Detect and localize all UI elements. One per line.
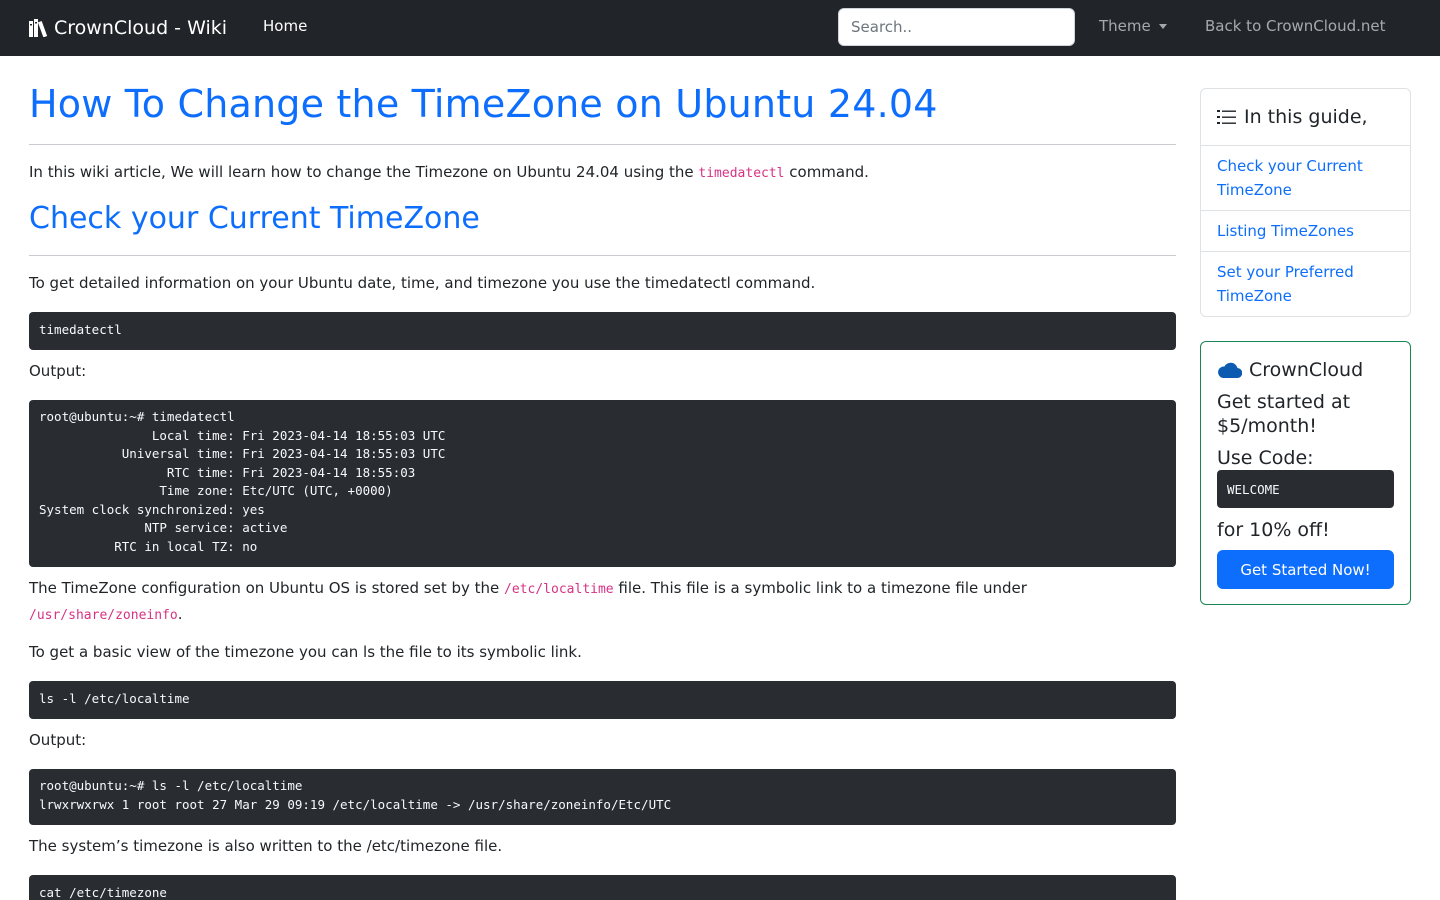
- toc-link-check-current-timezone[interactable]: Check your Current TimeZone: [1201, 146, 1410, 211]
- intro-text: In this wiki article, We will learn how …: [29, 163, 699, 181]
- toc-link-set-preferred-timezone[interactable]: Set your Preferred TimeZone: [1201, 252, 1410, 316]
- paragraph: To get a basic view of the timezone you …: [29, 643, 582, 661]
- code-block[interactable]: ls -l /etc/localtime: [29, 681, 1176, 719]
- toc-card: In this guide, Check your Current TimeZo…: [1200, 88, 1411, 317]
- inline-code-zoneinfo: /usr/share/zoneinfo: [29, 608, 178, 623]
- inline-code-localtime: /etc/localtime: [504, 582, 614, 597]
- brand-text: CrownCloud - Wiki: [54, 17, 228, 39]
- paragraph: To get detailed information on your Ubun…: [29, 274, 816, 292]
- output-block[interactable]: root@ubuntu:~# ls -l /etc/localtime lrwx…: [29, 769, 1176, 825]
- promo-headline: Get started at $5/month!: [1217, 391, 1351, 437]
- output-block[interactable]: root@ubuntu:~# timedatectl Local time: F…: [29, 400, 1176, 567]
- brand-link[interactable]: CrownCloud - Wiki: [29, 14, 227, 42]
- toc-header: In this guide,: [1201, 89, 1410, 146]
- paragraph-text-end: .: [177, 605, 183, 623]
- nav-home-link[interactable]: Home: [263, 17, 307, 35]
- section-divider: [29, 255, 1176, 256]
- promo-brand-name: CrownCloud: [1249, 359, 1364, 381]
- promo-code-label: Use Code:: [1217, 447, 1314, 469]
- search-input[interactable]: [838, 8, 1075, 46]
- caret-down-icon: [1158, 23, 1167, 29]
- section-heading-current-timezone: Check your Current TimeZone: [29, 201, 480, 236]
- books-icon: [29, 19, 48, 37]
- code-block[interactable]: cat /etc/timezone: [29, 875, 1176, 900]
- paragraph-text: file. This file is a symbolic link to a …: [613, 579, 1027, 597]
- theme-dropdown[interactable]: Theme: [1099, 17, 1167, 35]
- paragraph-text: The TimeZone configuration on Ubuntu OS …: [29, 579, 505, 597]
- list-icon: [1217, 110, 1236, 124]
- get-started-button[interactable]: Get Started Now!: [1217, 550, 1394, 589]
- promo-code[interactable]: WELCOME: [1217, 470, 1394, 508]
- page-title: How To Change the TimeZone on Ubuntu 24.…: [29, 82, 938, 126]
- output-label: Output:: [29, 731, 87, 749]
- intro-text-end: command.: [784, 163, 869, 181]
- title-divider: [29, 144, 1176, 145]
- intro-paragraph: In this wiki article, We will learn how …: [29, 160, 1176, 186]
- toc-title: In this guide,: [1244, 106, 1368, 128]
- promo-card: CrownCloud Get started at $5/month! Use …: [1200, 341, 1411, 605]
- theme-label: Theme: [1099, 17, 1151, 35]
- paragraph: The system’s timezone is also written to…: [29, 837, 503, 855]
- paragraph-localtime: The TimeZone configuration on Ubuntu OS …: [29, 576, 1176, 628]
- promo-discount: for 10% off!: [1217, 519, 1330, 541]
- back-to-crowncloud-link[interactable]: Back to CrownCloud.net: [1205, 17, 1386, 35]
- top-navbar: CrownCloud - Wiki Home Theme Back to Cro…: [0, 0, 1440, 56]
- cloud-icon: [1218, 362, 1242, 379]
- output-label: Output:: [29, 362, 87, 380]
- code-block[interactable]: timedatectl: [29, 312, 1176, 350]
- promo-brand: CrownCloud: [1217, 358, 1394, 382]
- inline-code: timedatectl: [698, 166, 785, 181]
- toc-link-listing-timezones[interactable]: Listing TimeZones: [1201, 211, 1410, 252]
